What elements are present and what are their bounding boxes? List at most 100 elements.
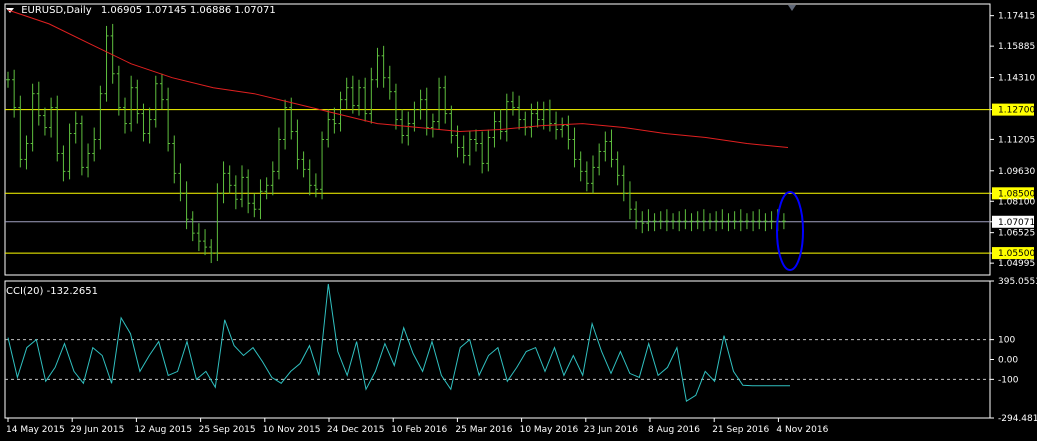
price-bar <box>252 193 257 218</box>
cci-y-tick-label: 0.00 <box>998 355 1018 365</box>
price-bar <box>658 211 663 230</box>
price-bar <box>135 79 140 124</box>
price-bar <box>18 95 23 168</box>
price-bar <box>49 97 54 138</box>
price-bar <box>350 75 355 114</box>
price-bar <box>264 177 269 200</box>
price-bar <box>295 119 300 170</box>
price-bar <box>98 85 103 150</box>
x-tick-label: 8 Aug 2016 <box>648 425 700 435</box>
price-bar <box>474 129 478 152</box>
price-bar <box>283 99 288 150</box>
price-bar <box>332 107 337 134</box>
price-bar <box>190 211 195 242</box>
price-bar <box>209 239 214 264</box>
price-bar <box>578 151 583 182</box>
price-bar <box>744 213 749 230</box>
cci-y-tick-label: -294.4813 <box>998 414 1037 424</box>
price-bar <box>301 151 306 178</box>
price-bar <box>129 75 134 132</box>
price-frame <box>4 3 991 276</box>
price-bar <box>554 111 559 140</box>
price-bar <box>153 75 158 128</box>
price-bar <box>627 181 632 220</box>
x-tick-label: 10 Nov 2015 <box>263 425 321 435</box>
price-bar <box>73 111 78 144</box>
price-bar <box>572 127 577 168</box>
price-bar <box>584 161 589 192</box>
price-bar <box>455 125 460 158</box>
y-tick-label: 1.11205 <box>998 135 1035 145</box>
price-bar <box>166 87 171 152</box>
price-bar <box>677 211 682 232</box>
price-bar <box>732 211 737 230</box>
price-bar <box>701 209 706 232</box>
cci-y-tick-label: 100 <box>998 336 1015 346</box>
price-bar <box>769 211 774 230</box>
price-bar <box>270 161 275 196</box>
price-bar <box>560 117 565 138</box>
cci-frame <box>4 280 991 419</box>
chart-canvas[interactable]: 1.17415 1.15885 1.14310 1.12700 1.11205 1.096… <box>0 0 1037 441</box>
price-bar <box>597 143 602 176</box>
x-tick-label: 4 Nov 2016 <box>776 425 828 435</box>
x-tick-label: 25 Mar 2016 <box>455 425 512 435</box>
price-bar <box>357 79 361 116</box>
price-bar <box>326 109 331 148</box>
price-bar <box>757 209 762 230</box>
price-bar <box>363 77 368 122</box>
price-bar <box>36 81 41 126</box>
price-bar <box>276 127 281 180</box>
x-tick-label: 10 May 2016 <box>520 425 579 435</box>
price-bar <box>566 115 571 150</box>
price-bar <box>338 91 343 132</box>
price-bar <box>172 135 177 184</box>
cci-y-tick-label: 395.0553 <box>998 277 1037 287</box>
price-bar <box>67 123 72 180</box>
price-bar <box>486 129 491 172</box>
price-bar <box>781 213 786 230</box>
price-bar <box>92 127 97 162</box>
price-bar <box>609 129 614 168</box>
price-bar <box>621 165 626 202</box>
price-bar <box>30 83 35 152</box>
price-bar <box>591 155 595 194</box>
price-bar <box>289 97 294 140</box>
y-tick-label: 1.05500 <box>998 249 1035 259</box>
price-bar <box>664 209 669 232</box>
y-tick-label: 1.17415 <box>998 12 1035 22</box>
price-bar <box>708 213 712 230</box>
price-bar <box>79 115 84 176</box>
price-bar <box>449 105 454 144</box>
price-bar <box>12 69 17 118</box>
price-bar <box>42 107 47 136</box>
y-tick-label: 1.07071 <box>998 218 1035 228</box>
price-bar <box>381 45 386 88</box>
price-bar <box>529 103 534 138</box>
price-bar <box>104 25 109 102</box>
y-tick-label: 1.09630 <box>998 167 1035 177</box>
x-tick-label: 10 Feb 2016 <box>391 425 447 435</box>
y-tick-label: 1.12700 <box>998 106 1035 116</box>
x-tick-label: 23 Jun 2016 <box>584 425 638 435</box>
cci-pane: 395.0553 100 0.00 -100 -294.4813 <box>4 277 1037 424</box>
price-bar <box>480 131 485 174</box>
price-bar <box>646 209 651 232</box>
cci-line <box>7 283 790 403</box>
price-bar <box>178 163 183 202</box>
price-bar <box>344 77 349 110</box>
x-tick-label: 25 Sep 2015 <box>199 425 256 435</box>
price-bar <box>498 109 503 140</box>
price-bar <box>387 65 392 100</box>
price-bar <box>535 101 540 128</box>
price-bar <box>467 131 472 166</box>
price-bar <box>116 65 121 116</box>
price-bar <box>547 99 552 132</box>
highlight-ellipse <box>776 191 804 271</box>
price-bar <box>695 211 700 230</box>
price-bar <box>517 95 522 130</box>
price-bar <box>240 165 244 208</box>
x-tick-label: 14 May 2015 <box>6 425 65 435</box>
price-bar <box>320 131 325 200</box>
y-tick-label: 1.14310 <box>998 74 1035 84</box>
